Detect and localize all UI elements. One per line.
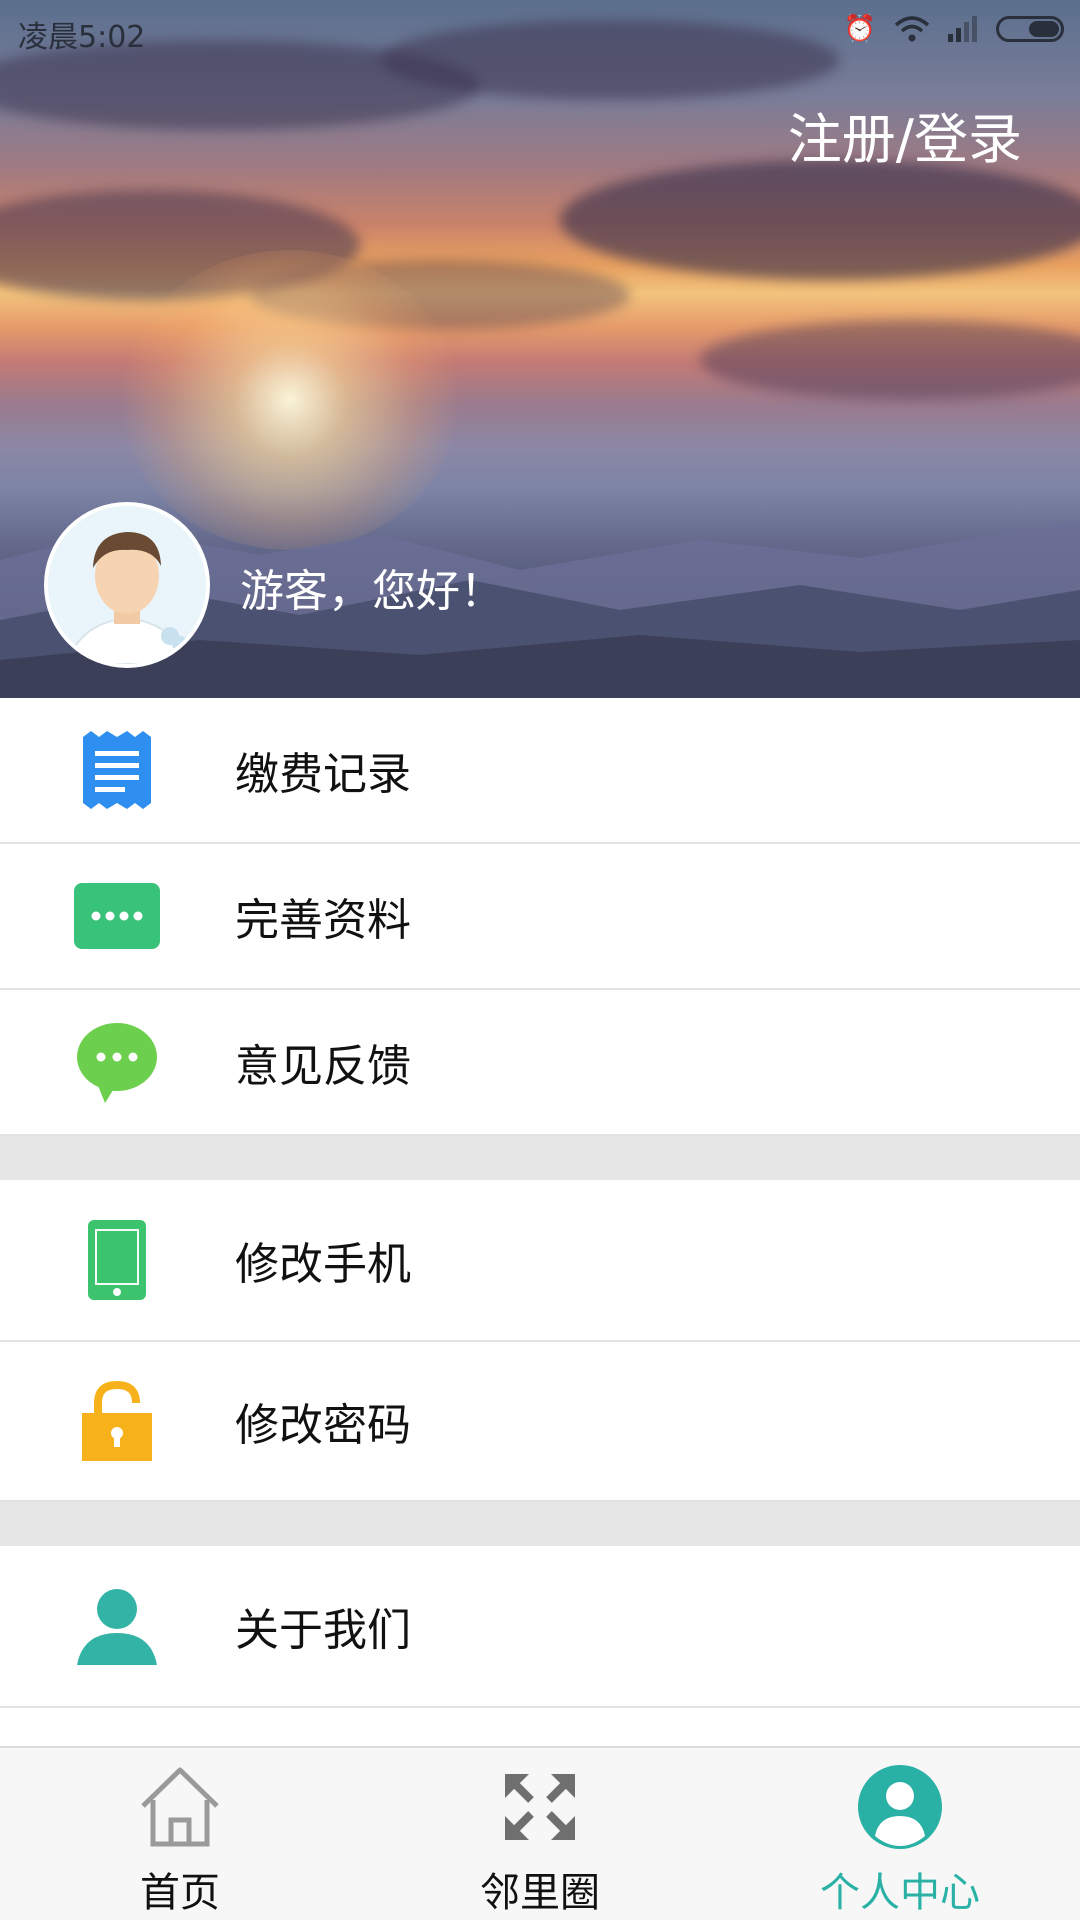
avatar[interactable] [44, 502, 210, 668]
status-icons: ⏰ [844, 14, 1064, 44]
menu-item-feedback[interactable]: 意见反馈 [0, 990, 1080, 1136]
password-dots-icon [70, 869, 164, 963]
arrows-icon [505, 1774, 575, 1840]
tab-personal-center[interactable]: 个人中心 [720, 1748, 1080, 1922]
menu-label: 完善资料 [235, 895, 411, 946]
menu-item-change-password[interactable]: 修改密码 [0, 1342, 1080, 1502]
tab-label: 首页 [140, 1870, 220, 1916]
profile-icon [858, 1765, 942, 1849]
register-login-button[interactable]: 注册/登录 [788, 95, 1022, 174]
status-bar: 凌晨5:02 ⏰ [0, 0, 1080, 62]
chat-bubble-icon [70, 1015, 164, 1109]
menu-label: 修改密码 [235, 1400, 411, 1451]
menu-label: 缴费记录 [235, 749, 411, 800]
tab-label: 个人中心 [820, 1870, 980, 1916]
menu-item-complete-profile[interactable]: 完善资料 [0, 844, 1080, 990]
menu-label: 修改手机 [235, 1239, 411, 1290]
phone-icon [70, 1213, 164, 1307]
lock-icon [70, 1374, 164, 1468]
menu-item-change-phone[interactable]: 修改手机 [0, 1180, 1080, 1342]
receipt-icon [70, 723, 164, 817]
bottom-tab-bar: 首页 邻里圈 个人中心 [0, 1746, 1080, 1920]
section-divider [0, 1502, 1080, 1546]
menu-item-about-us[interactable]: 关于我们 [0, 1546, 1080, 1708]
tab-home[interactable]: 首页 [0, 1748, 360, 1922]
section-divider [0, 1136, 1080, 1180]
menu-label: 关于我们 [235, 1605, 411, 1656]
tab-neighborhood[interactable]: 邻里圈 [360, 1748, 720, 1922]
home-icon [141, 1767, 219, 1847]
menu-label: 意见反馈 [235, 1041, 411, 1092]
greeting-text: 游客，您好！ [240, 566, 504, 617]
person-icon [70, 1579, 164, 1673]
status-time: 凌晨5:02 [18, 20, 146, 55]
tab-label: 邻里圈 [480, 1870, 600, 1916]
signal-icon [948, 16, 977, 42]
wifi-icon [894, 16, 930, 42]
profile-header: 凌晨5:02 ⏰ 注册/登录 游客，您好！ [0, 0, 1080, 698]
menu-item-payment-records[interactable]: 缴费记录 [0, 698, 1080, 844]
alarm-icon: ⏰ [843, 14, 876, 44]
battery-icon [996, 16, 1064, 42]
